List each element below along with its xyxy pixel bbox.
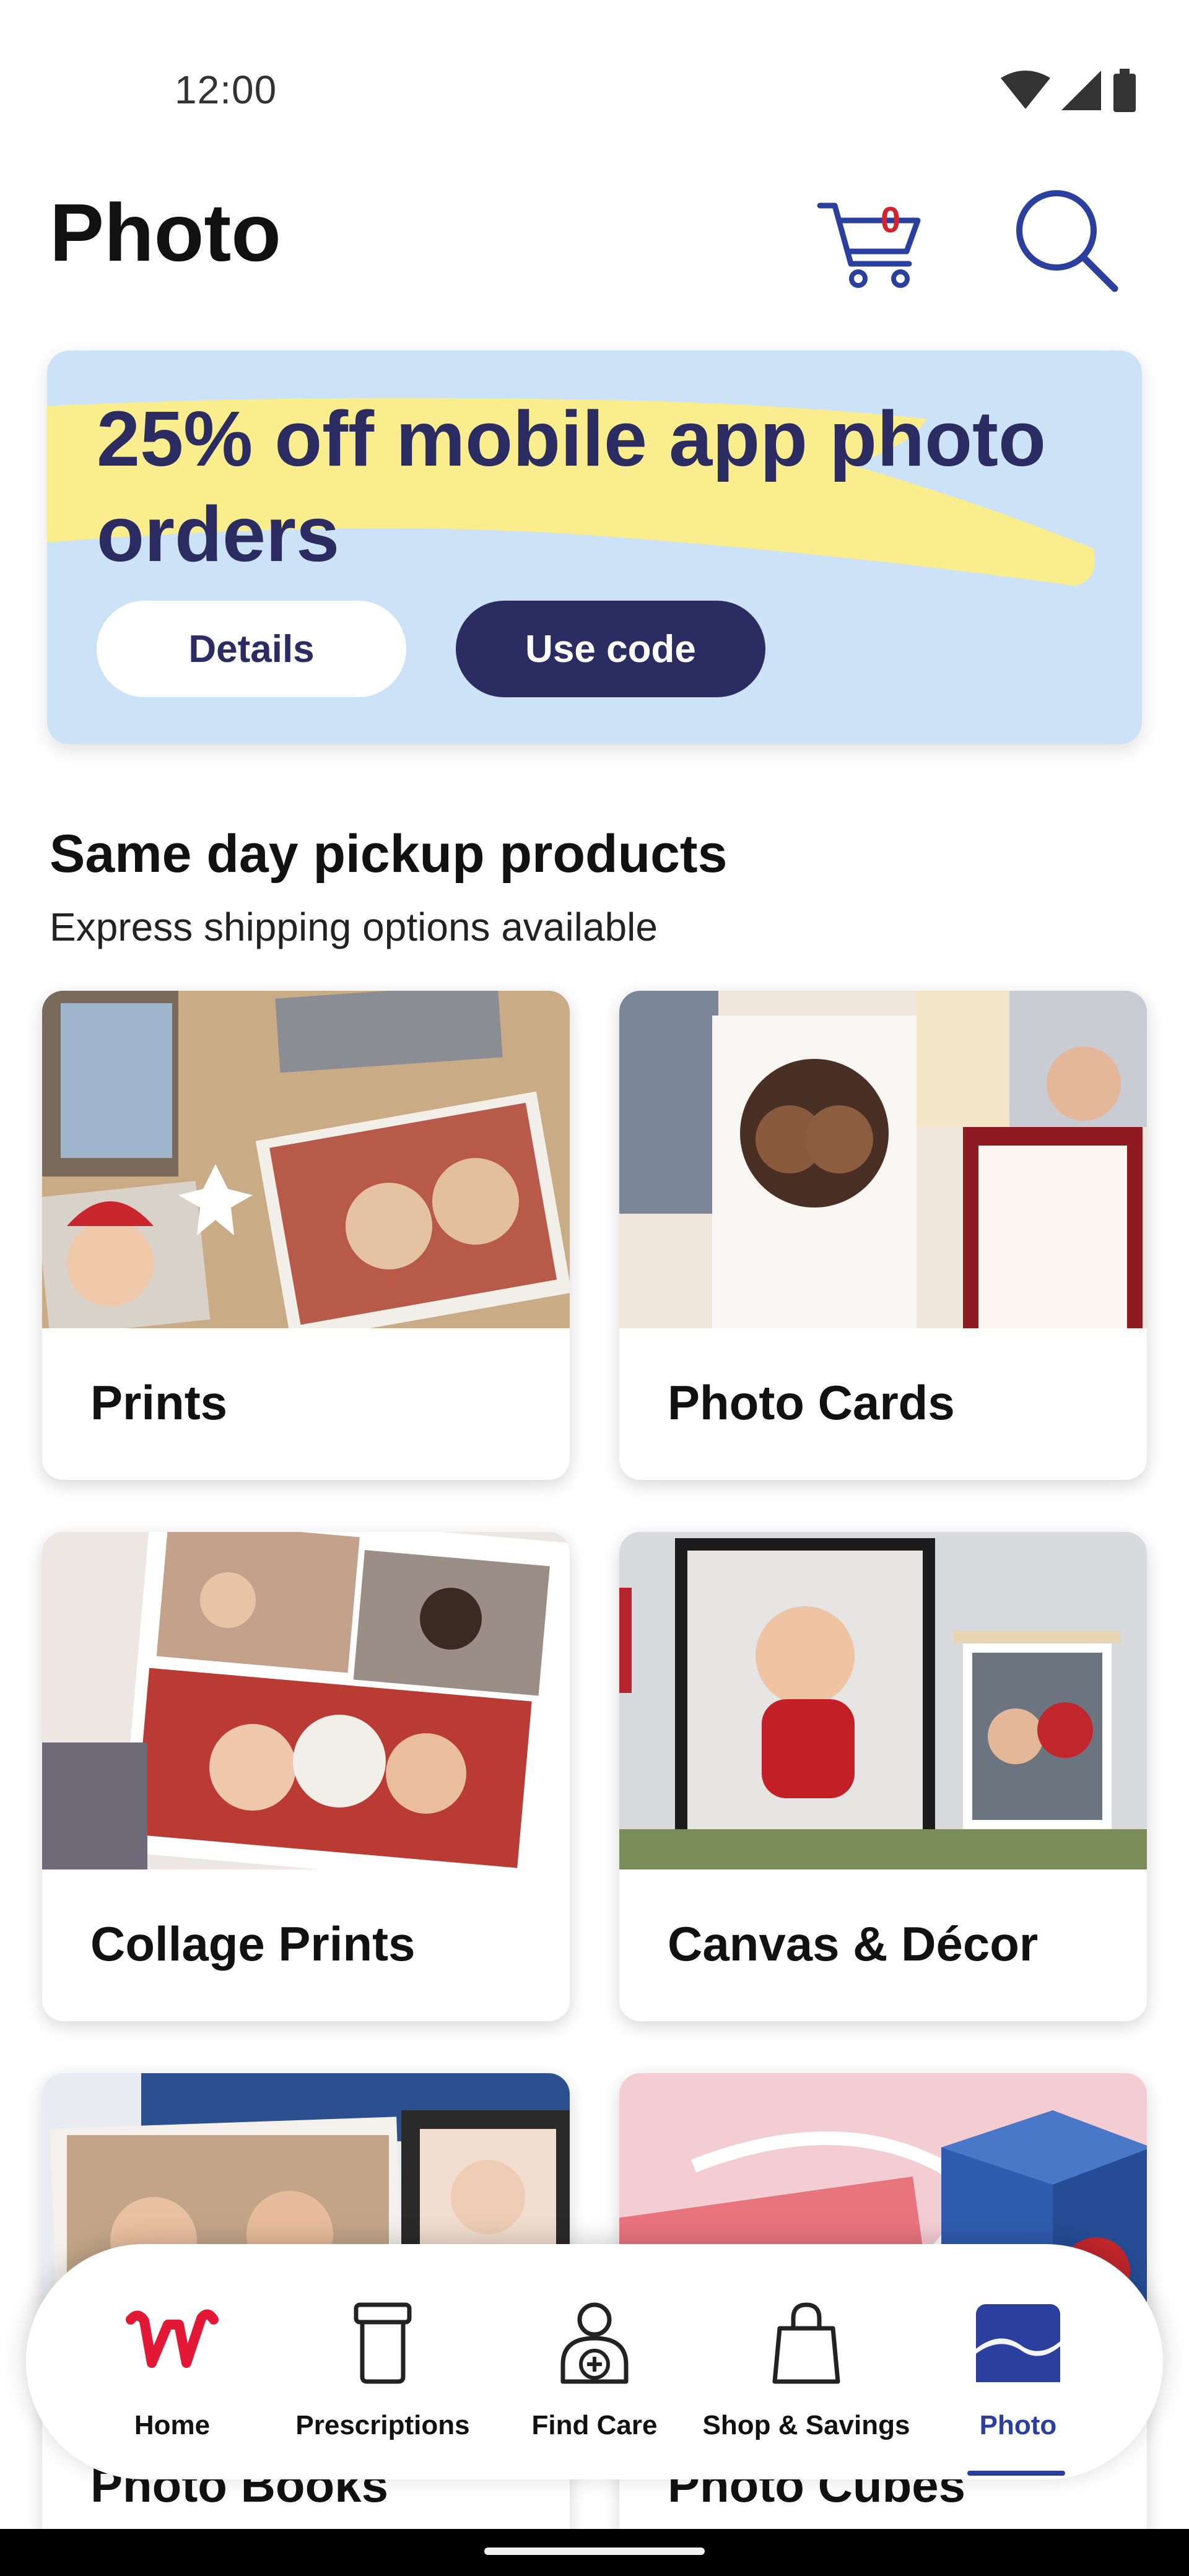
status-time: 12:00 — [175, 67, 277, 112]
product-label: Collage Prints — [90, 1917, 416, 1971]
photo-icon — [969, 2294, 1068, 2393]
nav-label-shop-savings: Shop & Savings — [702, 2410, 910, 2440]
product-card-canvas-decor[interactable]: Canvas & Décor — [619, 1532, 1147, 2021]
nav-label-find-care: Find Care — [531, 2410, 658, 2440]
battery-icon — [1112, 68, 1137, 115]
nav-label-prescriptions: Prescriptions — [295, 2410, 470, 2440]
cart-icon — [816, 202, 928, 294]
nav-item-find-care[interactable]: Find Care — [489, 2244, 700, 2479]
product-card-photo-cards[interactable]: Photo Cards — [619, 991, 1147, 1480]
product-card-collage-prints[interactable]: Collage Prints — [42, 1532, 570, 2021]
page-title: Photo — [50, 187, 281, 278]
shopping-bag-icon — [757, 2294, 856, 2393]
product-label: Prints — [90, 1375, 228, 1430]
search-icon — [1009, 190, 1121, 297]
pill-bottle-icon — [333, 2294, 432, 2393]
walgreens-w-icon — [123, 2294, 222, 2393]
product-image-collage-prints — [42, 1532, 570, 1869]
nav-item-photo[interactable]: Photo — [913, 2244, 1123, 2479]
cellular-signal-icon — [1061, 70, 1101, 113]
system-nav-bar — [0, 2529, 1189, 2576]
nav-item-home[interactable]: Home — [67, 2244, 277, 2479]
product-label: Photo Cards — [668, 1375, 955, 1430]
active-tab-indicator — [967, 2471, 1065, 2476]
cart-count-badge: 0 — [880, 200, 901, 240]
nav-label-home: Home — [134, 2410, 211, 2440]
promo-headline: 25% off mobile app photo orders — [97, 395, 1046, 578]
nav-item-shop-savings[interactable]: Shop & Savings — [701, 2244, 912, 2479]
use-code-button[interactable]: Use code — [456, 601, 765, 697]
status-icons — [1001, 67, 1137, 116]
person-plus-icon — [545, 2294, 644, 2393]
product-image-canvas-decor — [619, 1532, 1147, 1869]
section-subtitle: Express shipping options available — [50, 905, 658, 949]
wifi-icon — [1001, 70, 1050, 113]
product-image-prints — [42, 991, 570, 1328]
product-image-photo-cards — [619, 991, 1147, 1328]
nav-item-prescriptions[interactable]: Prescriptions — [277, 2244, 488, 2479]
product-label: Canvas & Décor — [668, 1917, 1039, 1971]
status-bar: 12:00 — [0, 0, 1189, 155]
details-button[interactable]: Details — [97, 601, 406, 697]
search-button[interactable] — [1009, 183, 1121, 295]
home-indicator[interactable] — [484, 2548, 705, 2555]
section-title: Same day pickup products — [50, 824, 728, 884]
nav-label-photo: Photo — [979, 2410, 1057, 2440]
bottom-nav: Home Prescriptions Find Care Shop & Savi… — [26, 2244, 1163, 2479]
promo-banner: 25% off mobile app photo orders Details … — [47, 350, 1142, 744]
product-card-prints[interactable]: Prints — [42, 991, 570, 1480]
cart-button[interactable]: 0 — [816, 186, 928, 291]
